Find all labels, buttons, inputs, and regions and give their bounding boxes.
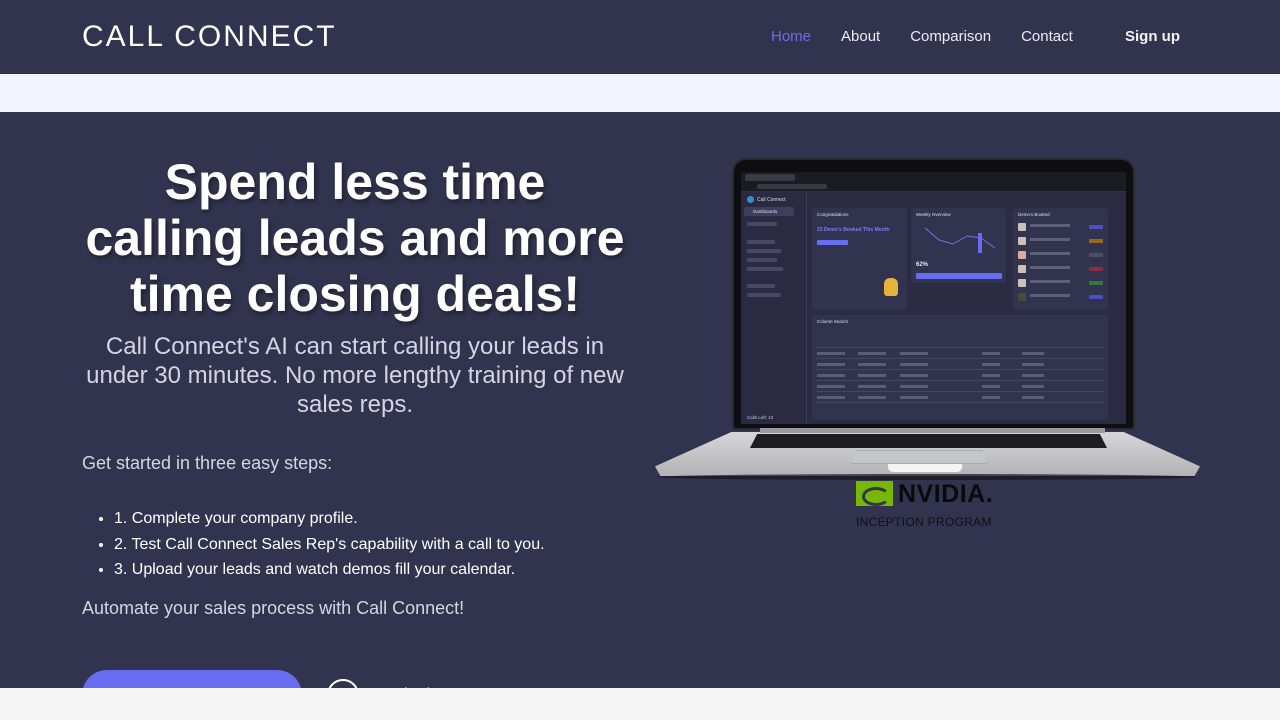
- laptop-keyboard: [750, 434, 1107, 448]
- app-table-cell: [982, 385, 1000, 388]
- hero-tagline: Automate your sales process with Call Co…: [82, 597, 465, 618]
- nvidia-eye-icon: [856, 481, 893, 506]
- app-booking-row: [1018, 223, 1103, 233]
- app-booking-row: [1018, 279, 1103, 289]
- hero-headline: Spend less time calling leads and more t…: [85, 154, 625, 322]
- app-table-cell: [900, 396, 928, 399]
- app-calls-left: Calls Left: 12: [747, 415, 774, 420]
- app-booking-row: [1018, 237, 1103, 247]
- app-table-cell: [900, 363, 928, 366]
- laptop-screen: Call Connect Dashboards Calls Left: 12 C…: [741, 172, 1126, 424]
- browser-bar: [741, 172, 1126, 192]
- app-table-cell: [982, 396, 1000, 399]
- app-booking-row: [1018, 265, 1103, 275]
- app-table-row: [816, 347, 1104, 348]
- nav-link-contact[interactable]: Contact: [1021, 28, 1073, 45]
- app-card-title: Congratulations: [817, 212, 849, 217]
- app-table-cell: [900, 352, 928, 355]
- top-nav: CALL CONNECT Home About Comparison Conta…: [0, 0, 1280, 74]
- app-card-title: Column Search: [817, 319, 849, 324]
- laptop-trackpad: [851, 450, 987, 464]
- app-sidebar-item: [747, 258, 777, 262]
- app-booking-row: [1018, 293, 1103, 303]
- app-card-congrats: Congratulations 23 Demo's Booked This Mo…: [812, 208, 907, 310]
- app-table-row: [816, 402, 1104, 403]
- app-sidebar-item: [747, 222, 777, 226]
- app-card-weekly: Weekly Overview 62%: [911, 208, 1006, 283]
- product-laptop-image: Call Connect Dashboards Calls Left: 12 C…: [655, 158, 1200, 480]
- signup-button[interactable]: Sign up: [1125, 28, 1180, 45]
- app-sidebar-item: [747, 249, 781, 253]
- app-table-cell: [900, 374, 928, 377]
- app-card-booked: Demo's Booked: [1013, 208, 1108, 310]
- nav-link-about[interactable]: About: [841, 28, 880, 45]
- app-sidebar-item: [747, 284, 775, 288]
- bottom-overlay-bar: [0, 688, 1280, 720]
- app-card-button: [817, 240, 848, 245]
- laptop-lid: Call Connect Dashboards Calls Left: 12 C…: [732, 158, 1135, 430]
- app-table-cell: [1022, 352, 1044, 355]
- app-table-cell: [1022, 396, 1044, 399]
- nvidia-inception-badge: NVIDIA. INCEPTION PROGRAM: [856, 478, 996, 534]
- app-table-cell: [817, 352, 845, 355]
- app-card-title: Demo's Booked: [1018, 212, 1050, 217]
- app-weekly-pct: 62%: [916, 262, 929, 268]
- app-weekly-chart: [924, 227, 996, 253]
- laptop-hinge: [760, 428, 1105, 433]
- hero-subhead: Call Connect's AI can start calling your…: [86, 333, 624, 418]
- nav-divider-band: [0, 74, 1280, 112]
- laptop-notch: [888, 464, 962, 472]
- nav-link-comparison[interactable]: Comparison: [910, 28, 991, 45]
- app-table-cell: [858, 352, 886, 355]
- app-sidebar-active: Dashboards: [744, 207, 794, 216]
- app-table-cell: [982, 374, 1000, 377]
- app-card-table: Column Search: [812, 315, 1108, 420]
- nvidia-wordmark: NVIDIA.: [898, 480, 994, 508]
- app-card-button: [916, 273, 1002, 279]
- app-table-row: [816, 380, 1104, 381]
- app-table-cell: [817, 363, 845, 366]
- app-table-cell: [858, 374, 886, 377]
- app-table-cell: [1022, 363, 1044, 366]
- app-booking-row: [1018, 251, 1103, 261]
- step-item: 2. Test Call Connect Sales Rep's capabil…: [114, 532, 628, 558]
- app-card-stat: 23 Demo's Booked This Month: [817, 227, 890, 233]
- steps-list: 1. Complete your company profile. 2. Tes…: [82, 506, 628, 583]
- app-sidebar: Call Connect Dashboards Calls Left: 12: [741, 192, 807, 424]
- app-sidebar-item: [747, 267, 783, 271]
- app-card-title: Weekly Overview: [916, 212, 951, 217]
- app-sidebar-item: [747, 240, 775, 244]
- browser-url: [757, 184, 827, 189]
- app-table-cell: [982, 352, 1000, 355]
- steps-intro: Get started in three easy steps:: [82, 453, 333, 473]
- app-table-cell: [858, 396, 886, 399]
- app-table-row: [816, 369, 1104, 370]
- nav-link-home[interactable]: Home: [771, 28, 811, 45]
- app-sidebar-item: [747, 293, 781, 297]
- nvidia-program-label: INCEPTION PROGRAM: [856, 515, 992, 529]
- hero-content: Spend less time calling leads and more t…: [82, 112, 628, 619]
- nav-links: Home About Comparison Contact: [771, 28, 1103, 45]
- app-table-cell: [1022, 385, 1044, 388]
- app-table-row: [816, 358, 1104, 359]
- app-table-cell: [858, 385, 886, 388]
- app-name: Call Connect: [757, 197, 786, 203]
- trophy-icon: [884, 278, 898, 296]
- app-table-cell: [817, 374, 845, 377]
- laptop-base: [655, 428, 1200, 480]
- app-table-cell: [900, 385, 928, 388]
- browser-tab: [745, 174, 795, 181]
- step-item: 3. Upload your leads and watch demos fil…: [114, 557, 628, 583]
- app-table-cell: [817, 385, 845, 388]
- step-item: 1. Complete your company profile.: [114, 506, 628, 532]
- app-table-cell: [858, 363, 886, 366]
- app-table-row: [816, 391, 1104, 392]
- app-table-cell: [982, 363, 1000, 366]
- brand-logo[interactable]: CALL CONNECT: [82, 20, 337, 54]
- app-table-cell: [817, 396, 845, 399]
- app-logo-icon: [747, 196, 754, 203]
- app-table-cell: [1022, 374, 1044, 377]
